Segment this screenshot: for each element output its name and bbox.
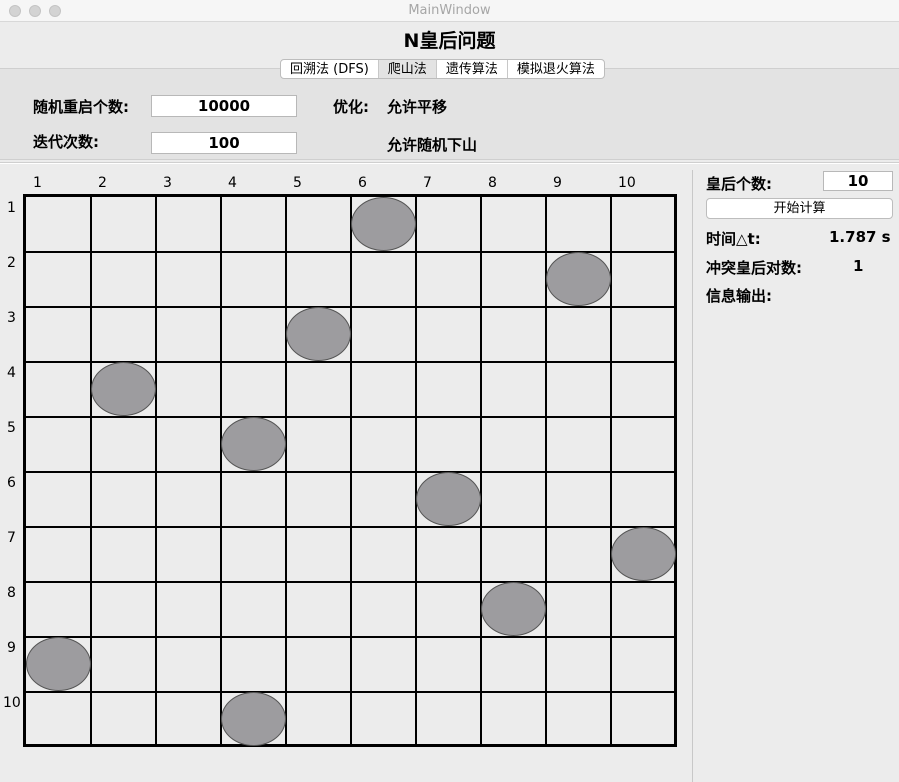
tab-backtracking[interactable]: 回溯法 (DFS)	[281, 60, 379, 78]
grid-line	[26, 471, 674, 473]
grid-line	[480, 197, 482, 744]
tab-hill-climbing[interactable]: 爬山法	[378, 60, 437, 78]
grid-line	[26, 691, 674, 693]
queen-piece	[221, 692, 286, 746]
queen-piece	[351, 197, 416, 251]
divider	[0, 162, 899, 164]
column-label: 3	[163, 175, 172, 191]
vertical-divider	[692, 170, 693, 782]
column-label: 9	[553, 175, 562, 191]
column-label: 6	[358, 175, 367, 191]
column-label: 1	[33, 175, 42, 191]
restart-count-input[interactable]	[151, 95, 297, 117]
tab-genetic[interactable]: 遗传算法	[437, 60, 508, 78]
column-label: 4	[228, 175, 237, 191]
queen-count-label: 皇后个数:	[706, 175, 772, 193]
column-label: 10	[618, 175, 636, 191]
row-label: 7	[7, 530, 16, 546]
row-label: 8	[7, 585, 16, 601]
optimization-label: 优化:	[333, 98, 369, 116]
tab-simulated-annealing[interactable]: 模拟退火算法	[508, 60, 604, 78]
time-value: 1.787 s	[829, 228, 891, 246]
row-label: 1	[7, 200, 16, 216]
allow-sideways-option[interactable]: 允许平移	[387, 96, 447, 117]
queen-piece	[611, 527, 676, 581]
grid-line	[26, 636, 674, 638]
grid-line	[26, 526, 674, 528]
queen-piece	[26, 637, 91, 691]
params-panel: 随机重启个数: 迭代次数: 优化: 允许平移 允许随机下山	[0, 68, 899, 160]
column-label: 2	[98, 175, 107, 191]
row-label: 10	[3, 695, 21, 711]
column-label: 5	[293, 175, 302, 191]
main-window: MainWindow N皇后问题 随机重启个数: 迭代次数: 优化: 允许平移 …	[0, 0, 899, 782]
queen-piece	[221, 417, 286, 471]
chess-board	[23, 194, 677, 747]
grid-line	[415, 197, 417, 744]
queen-piece	[546, 252, 611, 306]
algorithm-tabs: 回溯法 (DFS) 爬山法 遗传算法 模拟退火算法	[280, 59, 605, 79]
info-output-label: 信息输出:	[706, 287, 772, 305]
queen-piece	[286, 307, 351, 361]
row-label: 6	[7, 475, 16, 491]
conflict-pairs-label: 冲突皇后对数:	[706, 259, 802, 277]
queen-count-input[interactable]	[823, 171, 893, 191]
time-label: 时间△t:	[706, 230, 761, 248]
allow-random-downhill-option[interactable]: 允许随机下山	[387, 134, 477, 155]
row-label: 3	[7, 310, 16, 326]
column-label: 8	[488, 175, 497, 191]
column-label: 7	[423, 175, 432, 191]
start-button[interactable]: 开始计算	[706, 198, 893, 219]
window-title: MainWindow	[408, 3, 491, 18]
restart-count-label: 随机重启个数:	[33, 98, 129, 116]
iteration-count-input[interactable]	[151, 132, 297, 154]
row-label: 4	[7, 365, 16, 381]
queen-piece	[91, 362, 156, 416]
row-label: 2	[7, 255, 16, 271]
grid-line	[26, 581, 674, 583]
queen-piece	[416, 472, 481, 526]
title-bar: MainWindow	[0, 0, 899, 22]
page-title: N皇后问题	[403, 30, 496, 52]
queen-piece	[481, 582, 546, 636]
row-label: 9	[7, 640, 16, 656]
row-label: 5	[7, 420, 16, 436]
iteration-count-label: 迭代次数:	[33, 133, 99, 151]
conflict-pairs-value: 1	[853, 257, 864, 275]
